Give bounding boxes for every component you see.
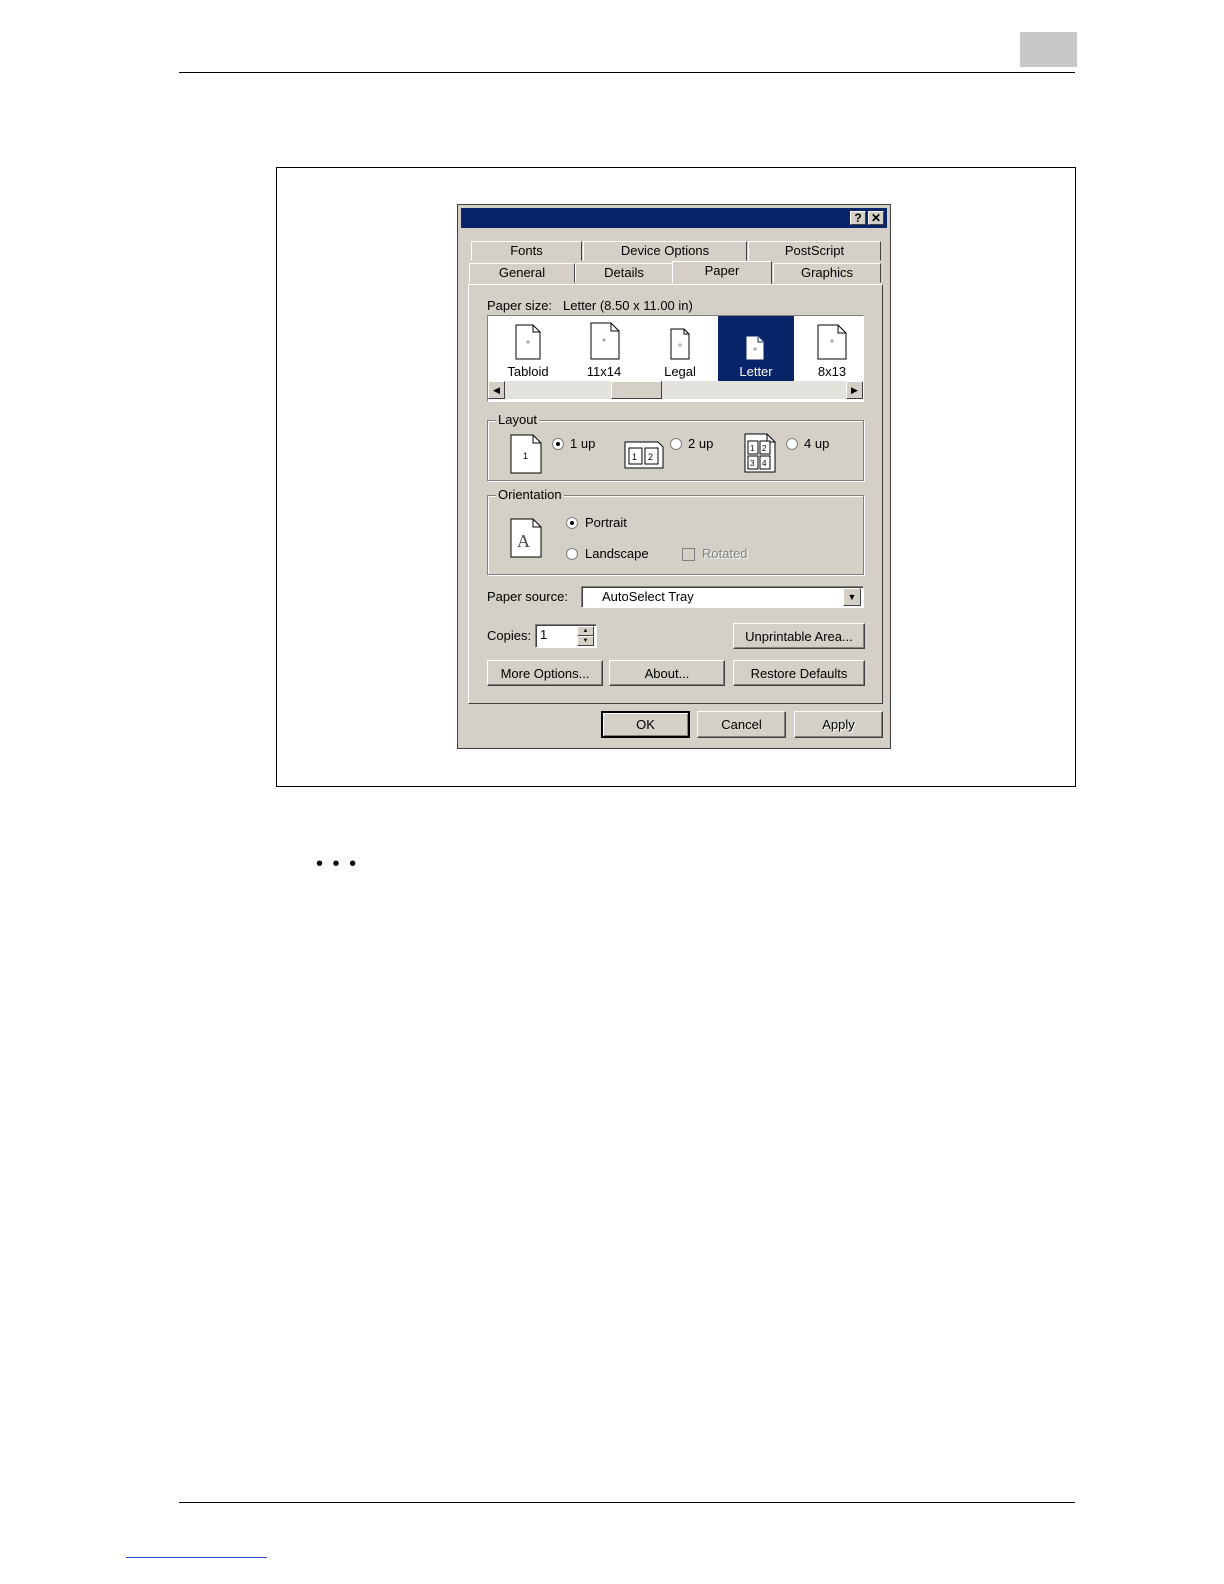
paper-list-scrollbar[interactable]: ◀ ▶ <box>488 381 863 399</box>
continuation-ellipsis: • • • <box>316 853 359 875</box>
copies-input[interactable]: 1 ▲ ▼ <box>535 624 597 648</box>
layout-1up-icon-number: 1 <box>523 451 528 461</box>
layout-2up-icon-number-2: 2 <box>648 452 653 462</box>
landscape-radio[interactable] <box>566 548 578 560</box>
apply-button[interactable]: Apply <box>794 711 883 738</box>
paper-size-value: Letter (8.50 x 11.00 in) <box>563 298 693 313</box>
orientation-group-title: Orientation <box>496 487 564 502</box>
layout-4up-icon-number-4: 4 <box>762 459 767 468</box>
paper-source-label: Paper source: <box>487 589 568 604</box>
header-rule <box>179 72 1075 73</box>
page-icon <box>817 324 847 360</box>
layout-4up-icon-number-3: 3 <box>750 459 755 468</box>
layout-2up-label: 2 up <box>688 436 714 451</box>
chapter-marker <box>1020 32 1077 67</box>
paper-item-letter[interactable]: Letter <box>718 316 794 381</box>
tab-label: Details <box>604 265 644 280</box>
title-bar: ? ✕ <box>461 208 887 228</box>
ok-button[interactable]: OK <box>601 711 690 738</box>
tab-fonts[interactable]: Fonts <box>471 241 582 261</box>
orientation-preview-icon: A <box>510 518 542 558</box>
about-button[interactable]: About... <box>609 660 725 686</box>
paper-source-select[interactable]: AutoSelect Tray ▼ <box>581 586 864 608</box>
copies-value: 1 <box>540 627 548 642</box>
arrow-right-icon: ▶ <box>851 385 858 395</box>
copies-up-button[interactable]: ▲ <box>577 626 594 636</box>
copies-down-button[interactable]: ▼ <box>577 636 594 646</box>
layout-2up-radio[interactable] <box>670 438 682 450</box>
paper-item-11x14[interactable]: 11x14 <box>566 316 642 381</box>
chevron-down-icon: ▼ <box>847 592 857 602</box>
layout-4up-label: 4 up <box>804 436 830 451</box>
paper-item-tabloid[interactable]: Tabloid <box>490 316 566 381</box>
paper-item-legal[interactable]: Legal <box>642 316 718 381</box>
layout-2up-icon-number-1: 1 <box>632 452 637 462</box>
paper-item-label: 11x14 <box>586 364 622 379</box>
arrow-left-icon: ◀ <box>493 385 500 395</box>
printer-properties-dialog: ? ✕ Fonts Device Options PostScript Gene… <box>457 204 891 749</box>
tab-label: PostScript <box>784 243 845 258</box>
close-icon: ✕ <box>870 211 882 225</box>
dropdown-button[interactable]: ▼ <box>843 588 861 606</box>
help-button[interactable]: ? <box>850 211 866 225</box>
rotated-label: Rotated <box>702 546 748 561</box>
page-icon <box>746 336 764 360</box>
paper-item-8x13[interactable]: 8x13 <box>794 316 870 381</box>
layout-1up-radio[interactable] <box>552 438 564 450</box>
tab-label: Device Options <box>620 243 710 258</box>
page-icon <box>590 322 620 360</box>
help-icon: ? <box>854 211 862 225</box>
layout-group: Layout 1 1 up 12 2 up 1234 4 up <box>487 412 864 481</box>
page-icon <box>515 324 541 360</box>
layout-1up-icon: 1 <box>510 434 542 474</box>
layout-group-title: Layout <box>496 412 540 427</box>
orientation-preview-letter: A <box>517 531 530 551</box>
landscape-label: Landscape <box>585 546 649 561</box>
copies-label: Copies: <box>487 628 532 643</box>
footer-rule <box>179 1502 1075 1503</box>
layout-1up-label: 1 up <box>570 436 596 451</box>
scroll-right-button[interactable]: ▶ <box>846 381 863 399</box>
tab-paper[interactable]: Paper <box>672 261 772 284</box>
tab-label: Graphics <box>800 265 854 280</box>
portrait-radio[interactable] <box>566 517 578 529</box>
tab-label: Fonts <box>510 243 543 258</box>
unprintable-area-button[interactable]: Unprintable Area... <box>733 623 865 649</box>
tab-postscript[interactable]: PostScript <box>748 241 881 261</box>
paper-item-label: Letter <box>739 364 773 379</box>
more-options-button[interactable]: More Options... <box>487 660 603 686</box>
cancel-button[interactable]: Cancel <box>697 711 786 738</box>
paper-item-label: 8x13 <box>817 364 847 379</box>
paper-size-list[interactable]: Tabloid 11x14 Legal Letter 8x13 ◀ ▶ <box>487 315 864 402</box>
tab-label: Paper <box>704 263 740 278</box>
paper-tab-panel: Paper size: Letter (8.50 x 11.00 in) Tab… <box>468 284 883 704</box>
arrow-down-icon: ▼ <box>582 638 589 644</box>
layout-4up-radio[interactable] <box>786 438 798 450</box>
paper-size-label: Paper size: <box>487 298 553 313</box>
tab-details[interactable]: Details <box>575 263 673 283</box>
arrow-up-icon: ▲ <box>582 628 589 634</box>
paper-item-label: Tabloid <box>507 364 549 379</box>
orientation-group: Orientation A Portrait Landscape Rotated <box>487 487 864 575</box>
portrait-label: Portrait <box>585 515 627 530</box>
page-icon <box>670 328 690 360</box>
tab-general[interactable]: General <box>469 263 575 283</box>
tab-graphics[interactable]: Graphics <box>773 263 881 283</box>
paper-item-label: Legal <box>664 364 696 379</box>
footer-link-underline <box>126 1557 267 1558</box>
layout-4up-icon-number-1: 1 <box>750 444 755 453</box>
layout-4up-icon-number-2: 2 <box>762 444 767 453</box>
close-button[interactable]: ✕ <box>868 211 884 225</box>
paper-source-value: AutoSelect Tray <box>602 589 694 604</box>
layout-4up-icon: 1 23 4 <box>744 433 776 473</box>
radio-selected-dot <box>570 521 574 525</box>
scroll-thumb[interactable] <box>611 381 662 399</box>
radio-selected-dot <box>556 442 560 446</box>
tab-device-options[interactable]: Device Options <box>583 241 747 261</box>
rotated-checkbox[interactable] <box>682 548 695 561</box>
layout-2up-icon: 12 <box>624 441 664 469</box>
scroll-left-button[interactable]: ◀ <box>488 381 505 399</box>
tab-label: General <box>498 265 546 280</box>
restore-defaults-button[interactable]: Restore Defaults <box>733 660 865 686</box>
